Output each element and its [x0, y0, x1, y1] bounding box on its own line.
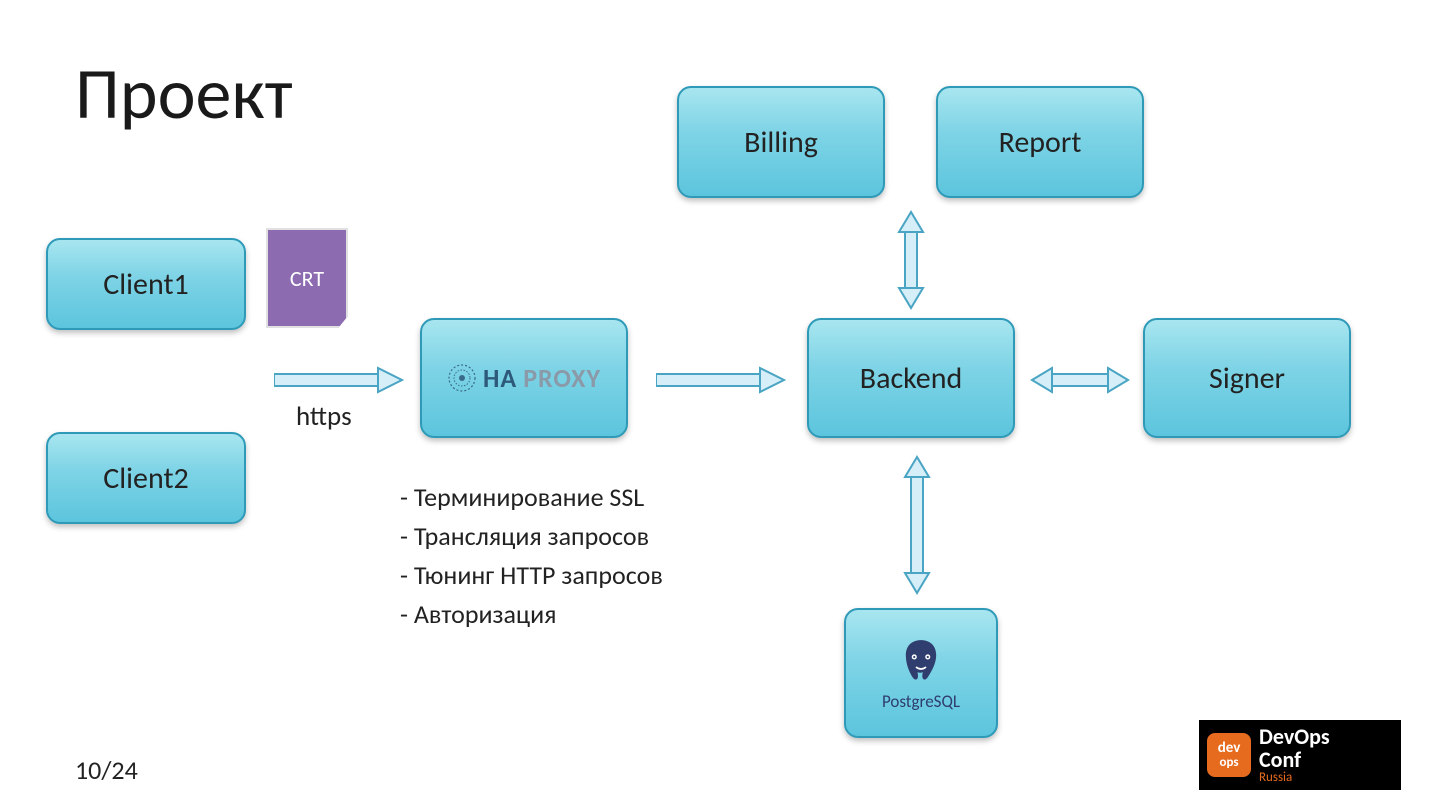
- box-billing: Billing: [677, 86, 885, 198]
- box-backend: Backend: [807, 318, 1015, 438]
- haproxy-proxy: PROXY: [523, 362, 601, 394]
- box-signer: Signer: [1143, 318, 1351, 438]
- logo-line3: Russia: [1259, 771, 1330, 785]
- box-report: Report: [936, 86, 1144, 198]
- slide-title: Проект: [75, 50, 293, 138]
- haproxy-ha: HA: [483, 362, 517, 394]
- devops-conf-text: DevOps Conf Russia: [1259, 725, 1330, 785]
- arrow-backend-signer: [1030, 365, 1130, 395]
- label-signer: Signer: [1209, 360, 1285, 397]
- haproxy-logo: HAPROXY: [447, 362, 601, 394]
- crt-label: CRT: [290, 265, 324, 292]
- page-number: 10/24: [75, 754, 138, 786]
- box-client2: Client2: [46, 432, 246, 524]
- https-label: https: [296, 400, 352, 433]
- bullet-3: Тюнинг HTTP запросов: [400, 556, 663, 595]
- arrow-haproxy-to-backend: [656, 365, 786, 395]
- arrow-clients-to-haproxy: [274, 365, 404, 395]
- haproxy-bullets: Терминирование SSL Трансляция запросов Т…: [400, 478, 663, 634]
- slide: Проект Client1 CRT Client2 https HAPROXY…: [0, 0, 1429, 804]
- devops-badge-ops: ops: [1219, 756, 1238, 769]
- box-postgresql: PostgreSQL: [844, 608, 998, 738]
- devops-conf-logo: dev ops DevOps Conf Russia: [1199, 720, 1401, 790]
- box-haproxy: HAPROXY: [420, 318, 628, 438]
- label-report: Report: [999, 124, 1082, 161]
- logo-line2: Conf: [1259, 748, 1330, 771]
- postgresql-icon: [894, 635, 948, 689]
- bullet-2: Трансляция запросов: [400, 517, 663, 556]
- logo-line1: DevOps: [1259, 725, 1330, 748]
- bullet-1: Терминирование SSL: [400, 478, 663, 517]
- label-postgresql: PostgreSQL: [882, 691, 960, 712]
- arrow-backend-top: [896, 210, 926, 310]
- label-client1: Client1: [103, 266, 188, 303]
- label-client2: Client2: [103, 460, 188, 497]
- devops-badge-dev: dev: [1218, 741, 1241, 756]
- crt-badge: CRT: [266, 228, 348, 328]
- arrow-backend-postgres: [902, 455, 932, 595]
- devops-badge: dev ops: [1207, 733, 1251, 777]
- label-backend: Backend: [860, 360, 963, 397]
- box-client1: Client1: [46, 238, 246, 330]
- label-billing: Billing: [744, 124, 818, 161]
- haproxy-icon: [447, 363, 477, 393]
- bullet-4: Авторизация: [400, 595, 663, 634]
